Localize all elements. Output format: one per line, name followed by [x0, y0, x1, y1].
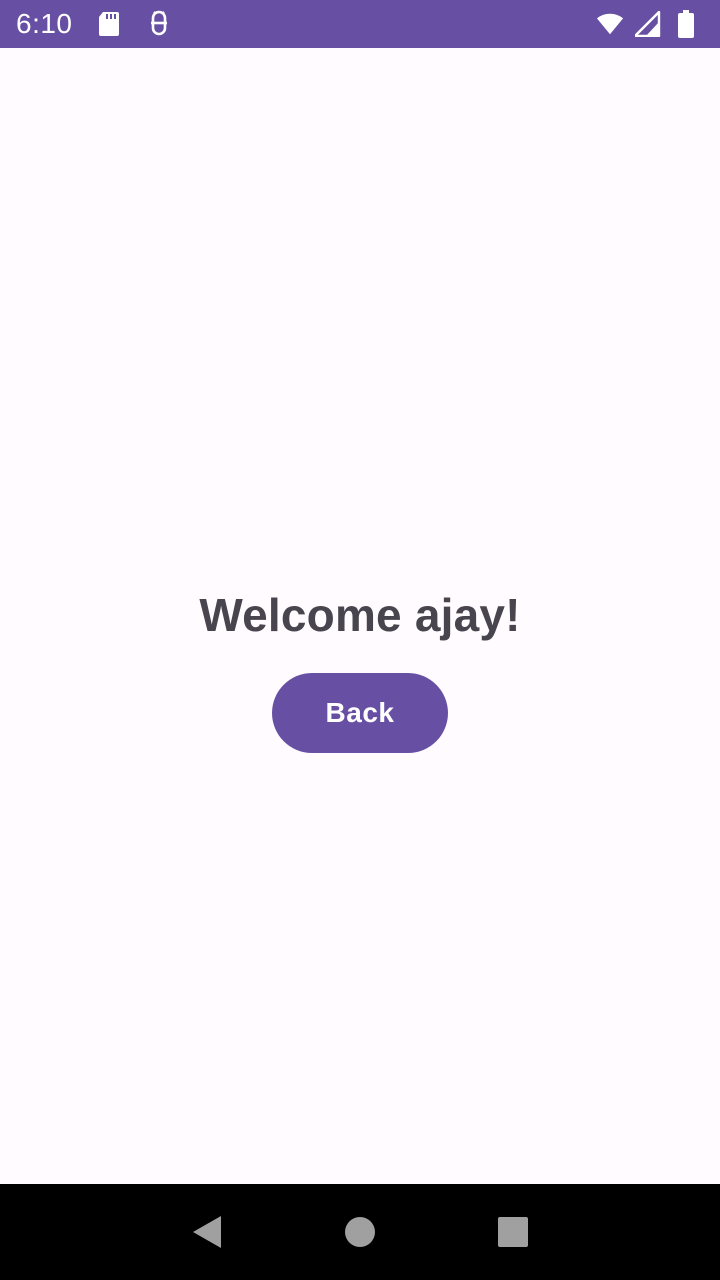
wifi-icon — [596, 10, 624, 38]
debug-icon — [145, 10, 173, 38]
cell-signal-icon — [634, 10, 662, 38]
status-right — [596, 10, 704, 38]
status-left: 6:10 — [16, 8, 173, 40]
status-bar: 6:10 — [0, 0, 720, 48]
sd-card-icon — [95, 10, 123, 38]
recents-nav-icon[interactable] — [483, 1202, 543, 1262]
back-nav-icon[interactable] — [177, 1202, 237, 1262]
home-nav-icon[interactable] — [330, 1202, 390, 1262]
battery-icon — [672, 10, 700, 38]
back-button[interactable]: Back — [272, 673, 448, 753]
main-content: Welcome ajay! Back — [0, 48, 720, 1184]
welcome-message: Welcome ajay! — [199, 589, 521, 641]
status-time: 6:10 — [16, 8, 73, 39]
navigation-bar — [0, 1184, 720, 1280]
